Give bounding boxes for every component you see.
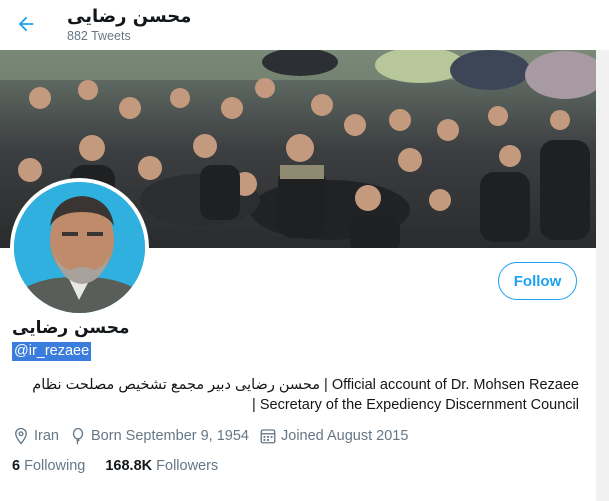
birthday-text: Born September 9, 1954 (91, 428, 249, 444)
following-link[interactable]: 6 Following (12, 458, 85, 474)
back-button[interactable] (12, 10, 40, 38)
location-text: Iran (34, 428, 59, 444)
profile-handle[interactable]: @ir_rezaee (12, 342, 92, 361)
header-title: محسن رضایی (67, 6, 192, 27)
avatar-photo (14, 182, 145, 313)
following-count: 6 (12, 458, 21, 474)
page-scrollbar[interactable] (596, 50, 609, 501)
calendar-icon (260, 429, 276, 444)
followers-link[interactable]: 168.8K Followers (105, 458, 218, 474)
profile-bio: محسن رضایی دبیر مجمع تشخیص مصلحت نظام | … (14, 375, 579, 415)
birthday: Born September 9, 1954 (69, 427, 249, 445)
followers-label: Followers (156, 458, 219, 474)
tweet-count: 882 Tweets (67, 29, 131, 43)
location-pin-icon (15, 427, 27, 445)
profile-meta: Iran Born September 9, 1954 Joined Augus… (12, 426, 418, 446)
bio-line-1: محسن رضایی دبیر مجمع تشخیص مصلحت نظام | … (32, 377, 579, 393)
bio-line-2: | Secretary of the Expediency Discernmen… (252, 397, 579, 413)
follow-button[interactable]: Follow (498, 262, 577, 300)
profile-name: محسن رضایی (12, 318, 130, 338)
arrow-left-icon (18, 16, 34, 32)
balloon-icon (72, 427, 84, 445)
profile-stats: 6 Following 168.8K Followers (12, 458, 238, 474)
profile-header: محسن رضایی 882 Tweets (0, 0, 609, 50)
followers-count: 168.8K (105, 458, 153, 474)
following-label: Following (24, 458, 86, 474)
location: Iran (12, 427, 59, 445)
joined-text: Joined August 2015 (281, 428, 409, 444)
profile-avatar[interactable] (10, 178, 149, 317)
joined: Joined August 2015 (259, 427, 408, 445)
